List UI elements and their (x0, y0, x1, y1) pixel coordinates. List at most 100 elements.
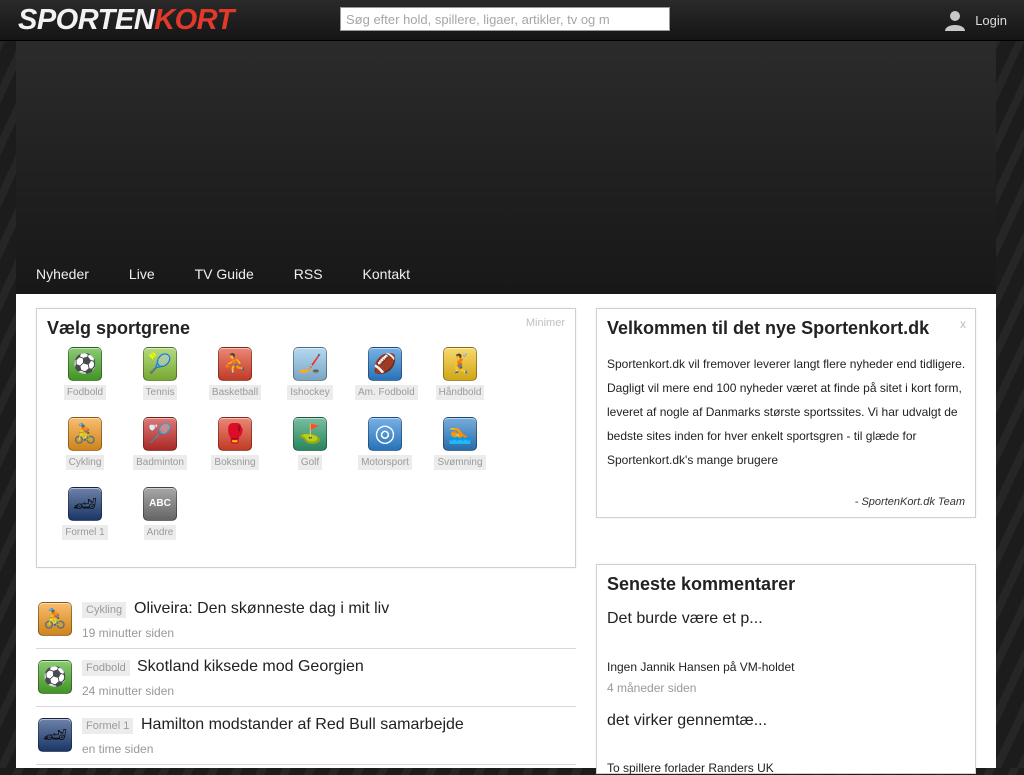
news-headline[interactable]: Hamilton modstander af Red Bull samarbej… (141, 716, 464, 734)
soccer-icon-glyph: ⚽ (73, 353, 97, 375)
sport-golf[interactable]: ⛳ Golf (280, 417, 340, 470)
steering-wheel-icon: ◎ (368, 417, 402, 451)
sport-svømning[interactable]: 🏊 Svømning (430, 417, 490, 470)
boxing-icon-glyph: 🥊 (223, 423, 247, 445)
sport-label: Boksning (211, 455, 259, 470)
sport-label: Golf (297, 455, 323, 470)
login-label: Login (975, 12, 1007, 28)
news-item[interactable]: ⚽ Fodbold Skotland kiksede mod Georgien … (36, 648, 576, 707)
steering-wheel-icon-glyph: ◎ (374, 420, 396, 447)
comments-panel: Seneste kommentarer Det burde være et p.… (596, 564, 976, 775)
badminton-icon-glyph: 🏸 (148, 423, 172, 445)
search-input[interactable] (340, 7, 670, 31)
sport-label: Ishockey (287, 385, 333, 400)
golf-icon: ⛳ (293, 417, 327, 451)
news-category-tag[interactable]: Fodbold (82, 660, 130, 676)
cycling-icon-glyph: 🚴 (43, 608, 67, 630)
welcome-panel: Velkommen til det nye Sportenkort.dk x S… (596, 308, 976, 518)
formula1-car-icon: 🏎 (68, 487, 102, 521)
american-football-icon: 🏈 (368, 347, 402, 381)
sports-panel-title: Vælg sportgrene (47, 318, 191, 338)
news-time: 19 minutter siden (82, 626, 175, 640)
nav-kontakt[interactable]: Kontakt (363, 266, 410, 282)
sport-formel-1[interactable]: 🏎 Formel 1 (55, 487, 115, 540)
swimming-icon-glyph: 🏊 (448, 423, 472, 445)
close-welcome-button[interactable]: x (960, 317, 966, 331)
welcome-signature: - SportenKort.dk Team (854, 496, 965, 508)
basketball-icon: ⛹ (218, 347, 252, 381)
comments-title: Seneste kommentarer (607, 574, 796, 594)
news-item[interactable]: 🏎 Formel 1 Hamilton modstander af Red Bu… (36, 706, 576, 765)
nav-rss[interactable]: RSS (294, 266, 323, 282)
news-time: en time siden (82, 742, 154, 756)
welcome-title: Velkommen til det nye Sportenkort.dk (607, 318, 930, 338)
golf-icon-glyph: ⛳ (298, 423, 322, 445)
soccer-icon: ⚽ (68, 347, 102, 381)
logo-text-sporten: SPORTEN (18, 4, 155, 36)
sport-label: Svømning (434, 455, 486, 470)
news-headline[interactable]: Skotland kiksede mod Georgien (137, 658, 364, 676)
top-bar: SPORTENKORT Login (0, 0, 1024, 41)
soccer-icon: ⚽ (38, 660, 72, 694)
sport-label: Tennis (142, 385, 178, 400)
news-sport-icon-container: 🚴 (38, 602, 72, 636)
handball-icon-glyph: 🤾 (448, 353, 472, 375)
minimize-button[interactable]: Minimer (526, 317, 565, 329)
sport-label: Fodbold (63, 385, 107, 400)
comment-text[interactable]: Det burde være et p... (607, 610, 763, 628)
nav-live[interactable]: Live (129, 266, 155, 282)
sport-label: Cykling (65, 455, 105, 470)
news-category-tag[interactable]: Formel 1 (82, 718, 134, 734)
sport-cykling[interactable]: 🚴 Cykling (55, 417, 115, 470)
american-football-icon-glyph: 🏈 (373, 353, 397, 375)
swimming-icon: 🏊 (443, 417, 477, 451)
sport-boksning[interactable]: 🥊 Boksning (205, 417, 265, 470)
news-item[interactable]: 🚴 Cykling Oliveira: Den skønneste dag i … (36, 590, 576, 649)
main-nav: Nyheder Live TV Guide RSS Kontakt (16, 254, 996, 294)
soccer-icon-glyph: ⚽ (43, 666, 67, 688)
formula1-car-icon-glyph: 🏎 (72, 493, 98, 515)
comment-text[interactable]: det virker gennemtæ... (607, 712, 767, 730)
basketball-icon-glyph: ⛹ (223, 353, 247, 375)
sport-label: Håndbold (435, 385, 485, 400)
nav-tv-guide[interactable]: TV Guide (195, 266, 254, 282)
boxing-icon: 🥊 (218, 417, 252, 451)
sport-label: Formel 1 (62, 525, 108, 540)
handball-icon: 🤾 (443, 347, 477, 381)
sport-label: Badminton (133, 455, 187, 470)
sport-andre[interactable]: ABC Andre (130, 487, 190, 540)
news-headline[interactable]: Oliveira: Den skønneste dag i mit liv (134, 600, 389, 618)
sport-label: Basketball (208, 385, 262, 400)
badminton-icon: 🏸 (143, 417, 177, 451)
ice-hockey-icon-glyph: 🏒 (298, 353, 322, 375)
sport-label: Motorsport (358, 455, 412, 470)
sport-håndbold[interactable]: 🤾 Håndbold (430, 347, 490, 400)
welcome-body: Sportenkort.dk vil fremover leverer lang… (607, 357, 966, 467)
formula1-car-icon-glyph: 🏎 (42, 724, 68, 746)
content-area: Vælg sportgrene Minimer ⚽ Fodbold 🎾 Tennis ⛹… (16, 294, 996, 775)
formula1-car-icon: 🏎 (38, 718, 72, 752)
comment-article-link[interactable]: To spillere forlader Randers UK (607, 761, 774, 775)
news-category-tag[interactable]: Cykling (82, 602, 127, 618)
nav-nyheder[interactable]: Nyheder (36, 266, 89, 282)
sport-basketball[interactable]: ⛹ Basketball (205, 347, 265, 400)
tennis-icon-glyph: 🎾 (148, 353, 172, 375)
site-logo[interactable]: SPORTENKORT (18, 3, 234, 37)
sport-am-fodbold[interactable]: 🏈 Am. Fodbold (355, 347, 418, 400)
sport-badminton[interactable]: 🏸 Badminton (130, 417, 190, 470)
cycling-icon-glyph: 🚴 (73, 423, 97, 445)
news-time: 24 minutter siden (82, 684, 175, 698)
sport-label: Andre (143, 525, 177, 540)
comment-time: 4 måneder siden (607, 681, 697, 695)
sport-tennis[interactable]: 🎾 Tennis (130, 347, 190, 400)
cycling-icon: 🚴 (68, 417, 102, 451)
news-sport-icon-container: ⚽ (38, 660, 72, 694)
news-sport-icon-container: 🏎 (38, 718, 72, 752)
sport-ishockey[interactable]: 🏒 Ishockey (280, 347, 340, 400)
ice-hockey-icon: 🏒 (293, 347, 327, 381)
comment-article-link[interactable]: Ingen Jannik Hansen på VM-holdet (607, 660, 794, 674)
sport-fodbold[interactable]: ⚽ Fodbold (55, 347, 115, 400)
sport-motorsport[interactable]: ◎ Motorsport (355, 417, 415, 470)
login-button[interactable]: Login (943, 8, 1007, 32)
sports-panel: Vælg sportgrene Minimer ⚽ Fodbold 🎾 Tennis ⛹… (36, 308, 576, 568)
